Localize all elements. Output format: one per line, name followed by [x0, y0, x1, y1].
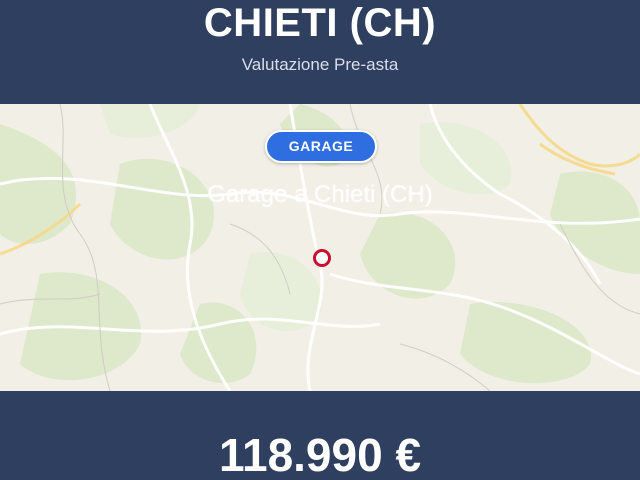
header: CHIETI (CH) Valutazione Pre-asta — [0, 0, 640, 104]
map[interactable]: GARAGE Garage a Chieti (CH) — [0, 104, 640, 391]
price-footer: 118.990 € — [0, 391, 640, 480]
valuation-subtitle: Valutazione Pre-asta — [241, 55, 399, 74]
price-value: 118.990 € — [218, 429, 422, 480]
category-badge: GARAGE — [265, 130, 377, 163]
map-caption: Garage a Chieti (CH) — [207, 181, 433, 208]
listing-card: CHIETI (CH) Valutazione Pre-asta GARAGE … — [0, 0, 640, 480]
location-pin-icon[interactable] — [313, 249, 331, 267]
city-title: CHIETI (CH) — [203, 1, 437, 45]
